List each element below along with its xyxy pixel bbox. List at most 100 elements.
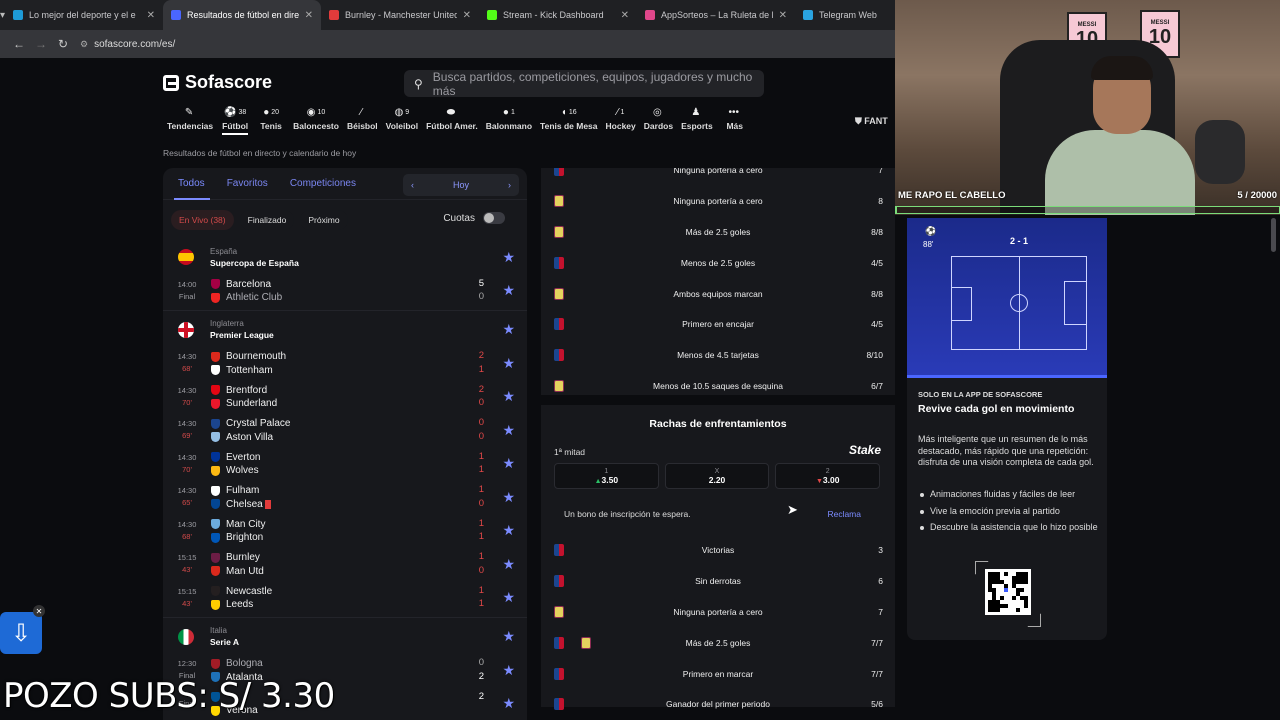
league-header[interactable]: Inglaterra Premier League ★ (163, 313, 527, 347)
tab-all[interactable]: Todos (178, 178, 205, 189)
browser-tab[interactable]: AppSorteos – La Ruleta de la S ✕ (637, 0, 795, 30)
home-team: Newcastle (211, 585, 272, 598)
match-row[interactable]: 14:30 70' Brentford Sunderland 2 0 ★ (163, 380, 527, 414)
sport-darts[interactable]: ◎ Dardos (640, 106, 677, 131)
away-score: 0 (478, 291, 484, 303)
reload-icon[interactable]: ↻ (52, 37, 74, 51)
streak-label: Ambos equipos marcan (673, 288, 763, 299)
sport-esports[interactable]: ♟ Esports (677, 106, 717, 131)
favorite-star-icon[interactable]: ★ (502, 589, 515, 606)
match-row[interactable]: 14:30 68' Bournemouth Tottenham 2 1 ★ (163, 347, 527, 381)
sport-fire[interactable]: ✎ Tendencias (163, 106, 217, 131)
home-score: 1 (478, 584, 484, 596)
teams: Newcastle Leeds (211, 585, 272, 611)
odds-toggle[interactable] (483, 212, 505, 224)
next-day-icon[interactable]: › (508, 180, 511, 190)
filter-live[interactable]: En Vivo (38) (171, 210, 234, 230)
download-close-icon[interactable]: ✕ (33, 605, 45, 617)
search-placeholder: Busca partidos, competiciones, equipos, … (432, 69, 753, 98)
team-name: Burnley (226, 552, 260, 563)
filter-finished[interactable]: Finalizado (239, 210, 295, 230)
match-row[interactable]: 14:30 68' Man City Brighton 1 1 ★ (163, 514, 527, 548)
sport-volleyball[interactable]: ◍ 9 Voleibol (382, 106, 422, 131)
sport-baseball[interactable]: ⁄ Béisbol (343, 106, 382, 131)
match-row[interactable]: 14:30 70' Everton Wolves 1 1 ★ (163, 447, 527, 481)
url-field[interactable]: ⚙ sofascore.com/es/ (80, 39, 175, 50)
sport-basketball[interactable]: ◉ 10 Baloncesto (289, 106, 343, 131)
tab-competitions[interactable]: Competiciones (290, 178, 356, 189)
odds-button[interactable]: 1 ▲3.50 (554, 463, 659, 489)
claim-link[interactable]: Reclama (827, 509, 861, 519)
sport-hockey[interactable]: ⁄ 1 Hockey (602, 106, 640, 131)
match-row[interactable]: 15:15 43' Burnley Man Utd 1 0 ★ (163, 548, 527, 582)
odds-button[interactable]: X 2.20 (664, 463, 770, 489)
match-row[interactable]: 14:00 Final Barcelona Athletic Club 5 0 ★ (163, 274, 527, 308)
scrollbar[interactable] (1271, 218, 1276, 252)
league-header[interactable]: España Supercopa de España ★ (163, 240, 527, 274)
streak-label: Más de 2.5 goles (685, 637, 751, 648)
browser-tab[interactable]: Stream - Kick Dashboard ✕ (479, 0, 637, 30)
teams: Fulham Chelsea (211, 484, 271, 510)
back-icon[interactable]: ← (8, 37, 30, 51)
favorite-star-icon[interactable]: ★ (502, 422, 515, 439)
team-name: Bologna (226, 658, 263, 669)
browser-tab[interactable]: Telegram Web✕ (795, 0, 895, 30)
favorite-star-icon[interactable]: ★ (502, 662, 515, 679)
streak-row: Ninguna portería a cero 7 (541, 597, 895, 628)
match-row[interactable]: 14:30 69' Crystal Palace Aston Villa 0 0 ★ (163, 414, 527, 448)
browser-tab[interactable]: Resultados de fútbol en directo ✕ (163, 0, 322, 30)
tab-close-icon[interactable]: ✕ (621, 10, 629, 21)
kickoff-time: 12:30 (177, 659, 197, 669)
search-icon: ⚲ (414, 76, 423, 91)
favorite-star-icon[interactable]: ★ (502, 522, 515, 539)
league-header[interactable]: Italia Serie A ★ (163, 620, 527, 654)
sport-more[interactable]: ••• Más (717, 106, 753, 131)
search-input[interactable]: ⚲ Busca partidos, competiciones, equipos,… (404, 69, 764, 98)
favorite-star-icon[interactable]: ★ (502, 455, 515, 472)
match-status: 65' (182, 498, 192, 508)
forward-icon[interactable]: → (30, 37, 52, 51)
filter-next[interactable]: Próximo (300, 210, 348, 230)
basketball-icon: ◉ (306, 107, 316, 118)
away-team: Athletic Club (211, 291, 282, 304)
browser-tab[interactable]: Lo mejor del deporte y el e ✕ (5, 0, 163, 30)
sport-football[interactable]: ⚽ 38 Fútbol (217, 106, 253, 135)
favorite-star-icon[interactable]: ★ (502, 321, 515, 338)
sport-table-tennis[interactable]: ◖ 16 Tenis de Mesa (536, 106, 601, 131)
tab-close-icon[interactable]: ✕ (463, 10, 471, 21)
favorite-star-icon[interactable]: ★ (502, 249, 515, 266)
sport-tennis[interactable]: ● 20 Tenis (253, 106, 289, 131)
favorite-star-icon[interactable]: ★ (502, 282, 515, 299)
fantasy-link[interactable]: ⛊ FANT (855, 116, 888, 127)
sport-handball[interactable]: ● 1 Balonmano (482, 106, 536, 131)
sofascore-logo[interactable]: Sofascore (163, 72, 272, 93)
match-row[interactable]: 15:15 43' Newcastle Leeds 1 1 ★ (163, 581, 527, 615)
favorite-star-icon[interactable]: ★ (502, 695, 515, 712)
date-label[interactable]: Hoy (453, 180, 469, 190)
tab-close-icon[interactable]: ✕ (779, 10, 787, 21)
tab-favorites[interactable]: Favoritos (227, 178, 268, 189)
match-row[interactable]: 14:30 65' Fulham Chelsea 1 0 ★ (163, 481, 527, 515)
sport-american-football[interactable]: ⬬ Fútbol Amer. (422, 106, 482, 131)
favorite-star-icon[interactable]: ★ (502, 489, 515, 506)
favorite-star-icon[interactable]: ★ (502, 388, 515, 405)
stake-logo[interactable]: Stake (849, 443, 881, 457)
match-time: 15:15 43' (163, 552, 211, 576)
home-team: Brentford (211, 384, 277, 397)
site-info-icon[interactable]: ⚙ (80, 39, 88, 49)
tab-close-icon[interactable]: ✕ (305, 10, 313, 21)
away-score: 2 (478, 670, 484, 682)
browser-tab[interactable]: Burnley - Manchester United C ✕ (321, 0, 479, 30)
download-icon[interactable]: ⇩ (0, 612, 42, 654)
favorite-star-icon[interactable]: ★ (502, 355, 515, 372)
qr-code[interactable] (985, 569, 1031, 615)
more-icon: ••• (728, 107, 739, 118)
kickoff-time: 15:15 (177, 586, 197, 596)
match-score: 50 (479, 278, 484, 304)
tab-close-icon[interactable]: ✕ (147, 10, 155, 21)
home-score: 1 (478, 450, 484, 462)
favorite-star-icon[interactable]: ★ (502, 628, 515, 645)
prev-day-icon[interactable]: ‹ (411, 180, 414, 190)
favorite-star-icon[interactable]: ★ (502, 556, 515, 573)
odds-button[interactable]: 2 ▼3.00 (775, 463, 881, 489)
